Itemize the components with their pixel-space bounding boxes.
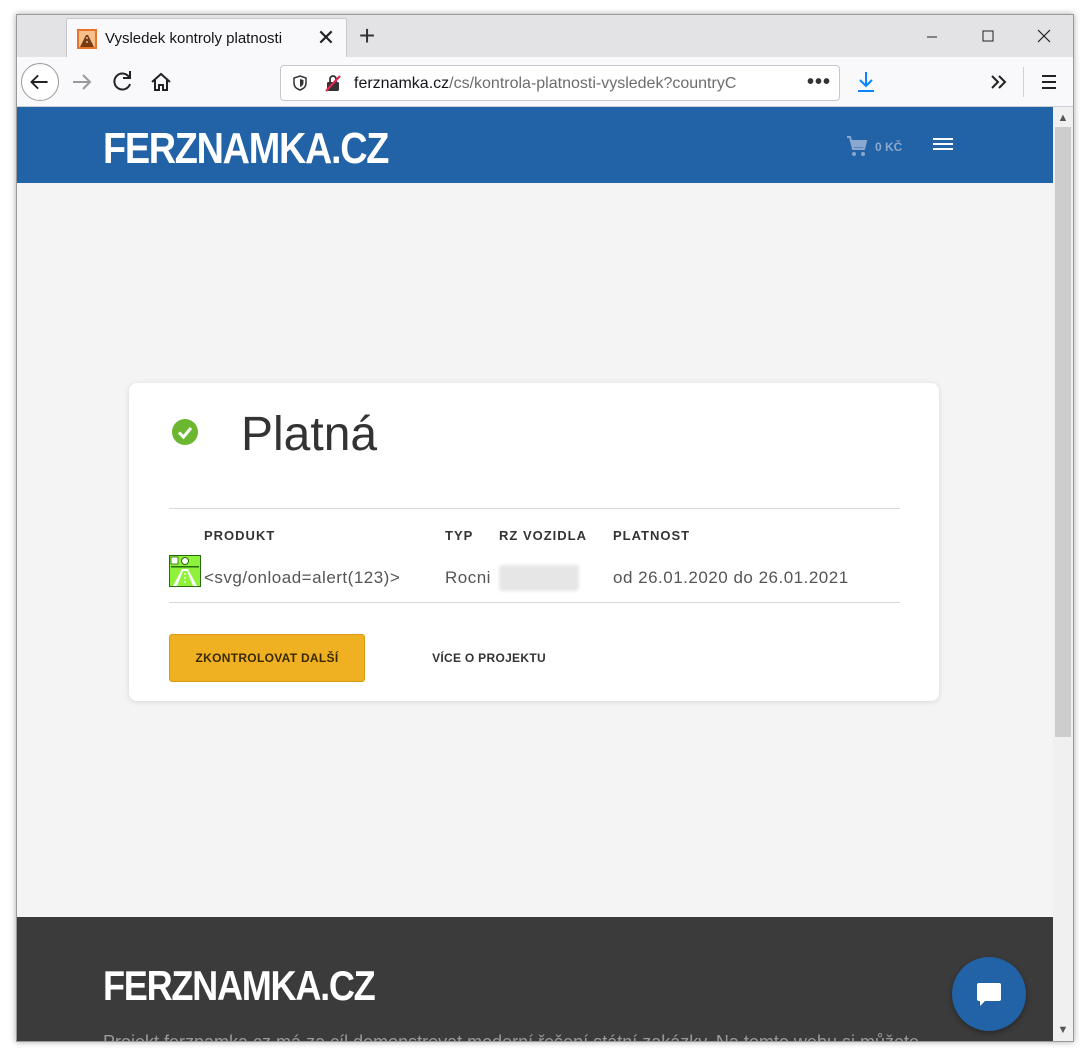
new-tab-icon[interactable]: + <box>353 21 381 51</box>
status-title: Platná <box>241 408 378 461</box>
close-tab-icon[interactable]: ✕ <box>314 25 338 51</box>
validity-value: od 26.01.2020 do 26.01.2021 <box>613 568 849 587</box>
download-icon[interactable] <box>849 65 883 99</box>
app-menu-icon[interactable] <box>1032 65 1066 99</box>
page-actions-icon[interactable]: ••• <box>807 71 831 94</box>
scroll-down-icon[interactable]: ▼ <box>1053 1021 1073 1039</box>
browser-window: Vysledek kontroly platnosti ✕ + ferznamk… <box>16 14 1074 1042</box>
navigation-toolbar: ferznamka.cz/cs/kontrola-platnosti-vysle… <box>17 57 1073 107</box>
site-favicon-icon <box>77 29 97 49</box>
site-header: FERZNAMKA.CZ 0 KČ <box>17 107 1053 183</box>
forward-icon[interactable] <box>65 65 99 99</box>
chat-button[interactable] <box>952 957 1026 1031</box>
url-text[interactable]: ferznamka.cz/cs/kontrola-platnosti-vysle… <box>354 75 764 93</box>
tab-strip: Vysledek kontroly platnosti ✕ + <box>17 15 1073 57</box>
hamburger-menu-icon[interactable] <box>931 135 955 155</box>
product-value: <svg/onload=alert(123)> <box>204 568 401 587</box>
tab-title: Vysledek kontroly platnosti <box>105 30 283 47</box>
footer-description: Projekt ferznamka.cz má za cíl demonstro… <box>103 1032 919 1041</box>
maximize-icon[interactable] <box>965 20 1011 52</box>
check-another-button[interactable]: ZKONTROLOVAT DALŠÍ <box>169 634 365 682</box>
insecure-lock-icon[interactable] <box>323 73 343 93</box>
toolbar-separator <box>1023 67 1024 97</box>
column-header-type: TYP <box>445 528 474 543</box>
shield-icon[interactable] <box>291 74 309 92</box>
page-viewport: FERZNAMKA.CZ 0 KČ Platná PRODUKT TYP RZ … <box>17 107 1053 1041</box>
divider <box>169 602 900 603</box>
site-footer: FERZNAMKA.CZ Projekt ferznamka.cz má za … <box>17 917 1053 1041</box>
chat-bubble-icon <box>977 983 1001 1006</box>
check-circle-icon <box>172 419 198 445</box>
url-path: /cs/kontrola-platnosti-vysledek?countryC <box>449 75 737 92</box>
home-icon[interactable] <box>144 65 178 99</box>
site-logo[interactable]: FERZNAMKA.CZ <box>103 124 389 174</box>
vignette-product-icon <box>169 555 201 587</box>
plate-value-redacted <box>499 565 579 591</box>
divider <box>169 508 900 509</box>
type-value: Rocni <box>445 568 491 587</box>
back-icon[interactable] <box>21 63 59 101</box>
overflow-chevron-icon[interactable] <box>982 65 1016 99</box>
footer-logo[interactable]: FERZNAMKA.CZ <box>103 962 376 1010</box>
scroll-thumb[interactable] <box>1055 127 1071 737</box>
result-card: Platná PRODUKT TYP RZ VOZIDLA PLATNOST <… <box>129 383 939 701</box>
vertical-scrollbar[interactable]: ▲ ▼ <box>1053 107 1073 1041</box>
column-header-validity: PLATNOST <box>613 528 691 543</box>
scroll-up-icon[interactable]: ▲ <box>1053 109 1073 127</box>
url-host: ferznamka.cz <box>354 75 450 92</box>
browser-tab[interactable]: Vysledek kontroly platnosti ✕ <box>66 18 347 57</box>
cart-icon[interactable] <box>845 134 869 158</box>
more-about-project-button[interactable]: VÍCE O PROJEKTU <box>411 634 567 682</box>
reload-icon[interactable] <box>105 65 139 99</box>
minimize-icon[interactable] <box>909 20 955 52</box>
address-bar[interactable]: ferznamka.cz/cs/kontrola-platnosti-vysle… <box>280 65 840 101</box>
close-window-icon[interactable] <box>1021 20 1067 52</box>
column-header-plate: RZ VOZIDLA <box>499 528 587 543</box>
cart-amount[interactable]: 0 KČ <box>875 140 902 154</box>
column-header-product: PRODUKT <box>204 528 276 543</box>
